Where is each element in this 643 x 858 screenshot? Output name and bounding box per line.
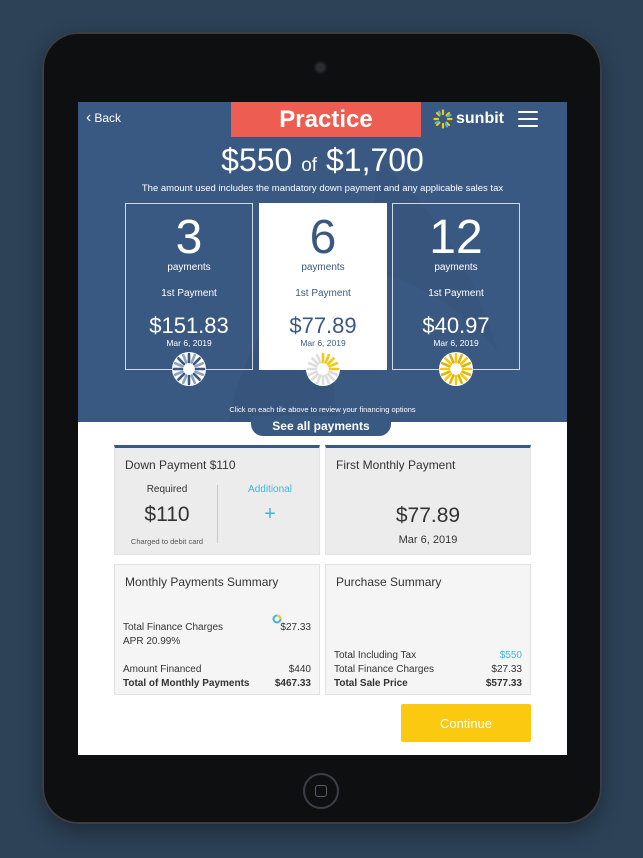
additional-payment-button[interactable]: Additional + — [220, 484, 320, 526]
continue-button[interactable]: Continue — [401, 704, 531, 742]
total-sale-row: Total Sale Price $577.33 — [334, 678, 522, 689]
payment-wheel-12-icon — [439, 352, 473, 386]
amount-financed-label: Amount Financed — [123, 664, 202, 675]
plan-count: 6 — [309, 211, 337, 264]
total-amount: $1,700 — [325, 142, 424, 178]
see-all-payments-button[interactable]: See all payments — [251, 416, 391, 436]
plan-unit: payments — [434, 262, 478, 273]
hamburger-menu-icon[interactable] — [518, 111, 538, 127]
down-payment-title: Down Payment $110 — [125, 458, 236, 472]
practice-banner: Practice — [231, 102, 421, 137]
divider — [217, 485, 218, 543]
header-panel: ‹ Back Practice sunbit $550 of $1,700 Th… — [78, 102, 567, 422]
required-payment: Required $110 Charged to debit card — [115, 484, 219, 546]
payment-wheel-3-icon — [172, 352, 206, 386]
home-button[interactable] — [303, 773, 339, 809]
payment-wheel-6-icon — [306, 352, 340, 386]
first-payment-price: $77.89 — [289, 313, 357, 338]
back-label: Back — [94, 111, 122, 125]
plan-unit: payments — [301, 262, 345, 273]
plan-count: 3 — [175, 211, 203, 264]
purchase-finance-label: Total Finance Charges — [334, 664, 435, 675]
first-payment-price: $40.97 — [422, 313, 490, 338]
first-payment-label: 1st Payment — [428, 288, 484, 299]
plan-tile-12[interactable]: 12 payments 1st Payment $40.97 Mar 6, 20… — [392, 203, 520, 370]
plan-unit: payments — [167, 262, 211, 273]
finance-charges-row: Total Finance Charges $27.33 — [123, 622, 311, 633]
app-screen: ‹ Back Practice sunbit $550 of $1,700 Th… — [78, 102, 567, 755]
camera-icon — [316, 63, 325, 72]
sunbit-logo: sunbit — [433, 109, 504, 129]
required-value: $110 — [144, 503, 190, 526]
first-payment-date: Mar 6, 2019 — [166, 338, 212, 348]
first-monthly-amount: $77.89 — [395, 504, 461, 527]
first-payment-date: Mar 6, 2019 — [300, 338, 346, 348]
first-monthly-date: Mar 6, 2019 — [398, 534, 458, 546]
total-including-tax-value[interactable]: $550 — [500, 650, 522, 661]
purchase-summary-title: Purchase Summary — [336, 575, 442, 589]
finance-charges-value: $27.33 — [280, 622, 311, 633]
finance-charges-label: Total Finance Charges — [123, 622, 224, 633]
purchase-summary-card: Purchase Summary Total Including Tax $55… — [325, 564, 531, 695]
total-including-tax-label: Total Including Tax — [334, 650, 417, 661]
used-amount: $550 — [221, 142, 293, 178]
additional-label: Additional — [248, 484, 292, 495]
total-monthly-label: Total of Monthly Payments — [123, 678, 250, 689]
required-note: Charged to debit card — [130, 537, 204, 546]
amount-financed-row: Amount Financed $440 — [123, 664, 311, 675]
down-payment-card: Down Payment $110 Required $110 Charged … — [114, 445, 320, 555]
total-monthly-row: Total of Monthly Payments $467.33 — [123, 678, 311, 689]
apr-value: APR 20.99% — [123, 636, 181, 647]
plan-count: 12 — [429, 211, 483, 264]
amount-summary: $550 of $1,700 — [78, 142, 567, 179]
total-sale-label: Total Sale Price — [334, 678, 408, 689]
total-sale-value: $577.33 — [485, 678, 522, 689]
total-monthly-value: $467.33 — [274, 678, 311, 689]
plan-tile-6[interactable]: 6 payments 1st Payment $77.89 Mar 6, 201… — [259, 203, 387, 370]
chevron-left-icon: ‹ — [86, 109, 92, 126]
back-button[interactable]: ‹ Back — [86, 109, 122, 126]
brand-name: sunbit — [456, 110, 504, 127]
plus-icon: + — [264, 503, 276, 525]
first-payment-label: 1st Payment — [295, 288, 351, 299]
monthly-summary-title: Monthly Payments Summary — [125, 575, 279, 589]
amount-note: The amount used includes the mandatory d… — [141, 183, 504, 194]
monthly-payments-summary-card: Monthly Payments Summary Total Finance C… — [114, 564, 320, 695]
first-monthly-title: First Monthly Payment — [336, 458, 456, 472]
total-including-tax-row: Total Including Tax $550 — [334, 650, 522, 661]
first-payment-label: 1st Payment — [161, 288, 217, 299]
first-payment-price: $151.83 — [149, 313, 229, 338]
plan-hint: Click on each tile above to review your … — [229, 405, 416, 414]
first-payment-date: Mar 6, 2019 — [433, 338, 479, 348]
of-label: of — [301, 155, 318, 176]
amount-financed-value: $440 — [288, 664, 311, 675]
required-label: Required — [146, 484, 188, 495]
purchase-finance-row: Total Finance Charges $27.33 — [334, 664, 522, 675]
sun-icon — [433, 109, 453, 129]
plan-tile-3[interactable]: 3 payments 1st Payment $151.83 Mar 6, 20… — [125, 203, 253, 370]
first-monthly-payment-card: First Monthly Payment $77.89 Mar 6, 2019 — [325, 445, 531, 555]
purchase-finance-value: $27.33 — [491, 664, 522, 675]
apr-row: APR 20.99% — [123, 636, 311, 647]
